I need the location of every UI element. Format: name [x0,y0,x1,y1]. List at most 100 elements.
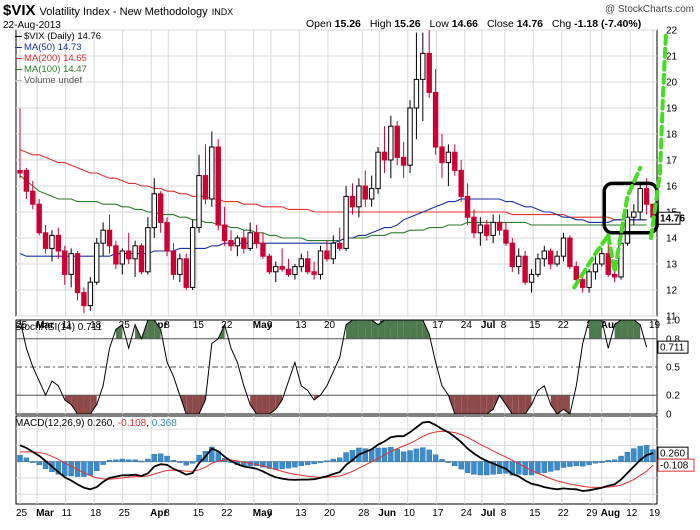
candle-down [484,224,490,236]
stochrsi-oversold-fill [454,395,462,414]
macd-hist-bar [650,449,656,462]
candle-down [432,91,439,148]
macd-hist-bar [183,461,189,466]
candle-down [285,268,292,275]
macd-hist-bar [535,461,541,474]
x-label-price-19: 8 [501,320,507,331]
candle-up [196,175,202,229]
x-label-macd-6: 8 [164,508,170,519]
candle-up [445,151,452,164]
x-label-price-6: 8 [164,320,170,331]
candle-down [503,229,509,244]
candle-down [170,250,177,275]
legend-volume: Volume undef [15,75,101,86]
macd-hist-bar [547,461,554,472]
candle-up [209,146,215,200]
macd-hist-bar [298,461,305,467]
macd-hist-bar [157,453,164,462]
macd-last-value: 0.260 [660,449,685,460]
x-label-macd-19: 8 [501,508,507,519]
stochrsi-oversold-fill [77,395,84,414]
candle-down [113,245,119,265]
macd-hist-bar [477,461,484,476]
macd-hist-bar [170,460,177,462]
price-tick-21: 21 [666,52,678,63]
stochrsi-overbought-fill [390,320,398,339]
candle-up [100,229,106,244]
x-label-macd-24: 12 [626,508,638,519]
candle-down [509,242,516,268]
candle-up [292,266,298,275]
macd-hist-bar [420,447,426,462]
x-label-price-25: 19 [649,320,661,331]
candle-up [599,253,605,265]
macd-hist-bar [100,461,106,465]
candle-down [349,195,356,208]
candle-down [452,151,458,171]
stochrsi-overbought-fill [147,320,155,339]
macd-hist-bar [471,461,477,475]
price-tick-18: 18 [666,130,678,141]
candle-down [81,292,87,307]
x-label-macd-20: 15 [529,508,541,519]
x-label-macd-7: 15 [193,508,205,519]
x-label-macd-11: 13 [295,508,307,519]
macd-hist-bar [579,461,586,467]
candle-up [516,255,522,268]
x-label-macd-18: Jul [481,508,496,519]
macd-hist-bar [145,458,151,462]
x-label-macd-17: 24 [461,508,473,519]
candle-down [55,234,62,252]
candle-up [413,78,420,109]
candle-down [464,195,471,218]
candle-down [573,266,579,281]
candle-up [407,107,413,166]
macd-hist-bar [36,461,42,466]
stochrsi-title: StochRSI(14) 0.711 [15,322,103,333]
stochrsi-overbought-fill [595,320,602,339]
candle-up [330,242,337,260]
x-label-macd-0: 25 [16,508,28,519]
price-last-value: 14.76 [660,214,685,225]
macd-hist-bar [618,455,624,462]
x-label-macd-22: 29 [586,508,598,519]
macd-hist-bar [624,451,631,462]
macd-hist-bar [528,461,535,476]
stochrsi-overbought-fill [352,320,359,339]
candle-up [177,258,183,275]
x-label-price-20: 15 [529,320,541,331]
candle-up [560,237,567,257]
macd-hist-bar [573,461,579,467]
macd-hist-bar [413,448,420,462]
macd-hist-bar [317,461,324,463]
macd-hist-bar [17,454,23,462]
macd-hist-bar [119,458,126,462]
candle-down [394,125,400,158]
stochrsi-oversold-fill [262,395,270,414]
candle-up [586,271,592,288]
x-label-macd-13: 28 [358,508,370,519]
candle-down [439,146,445,164]
x-label-macd-1: Mar [36,508,54,519]
candle-up [490,221,496,236]
macd-hist-bar [125,459,132,462]
x-label-price-16: 17 [432,320,444,331]
candle-up [356,185,362,208]
candle-up [554,255,560,265]
candle-down [42,232,49,249]
candle-up [273,266,279,273]
x-label-macd-3: 18 [90,508,102,519]
candle-up [49,234,55,249]
macd-hist-bar [554,461,560,471]
stochrsi-tick-0: 0 [666,410,672,421]
macd-hist-bar [426,449,432,462]
x-label-macd-25: 19 [649,508,661,519]
macd-hist-bar [151,453,157,462]
candle-up [420,52,426,80]
price-tick-12: 12 [666,286,678,297]
stochrsi-oversold-fill [473,395,481,414]
candle-down [260,242,266,257]
macd-value: 0.260 [87,418,113,429]
macd-hist-bar [279,461,285,470]
macd-hist-bar [439,459,445,462]
